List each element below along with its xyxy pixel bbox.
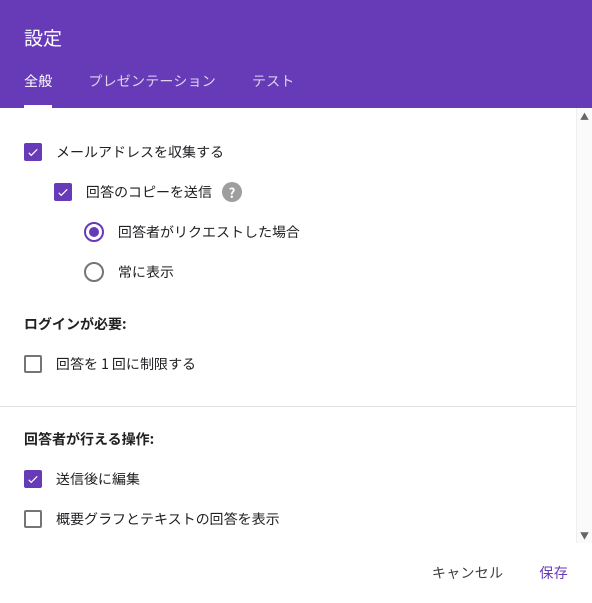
label-limit-once: 回答を 1 回に制限する [56, 354, 196, 374]
radio-always[interactable] [84, 262, 104, 282]
row-send-copy: 回答のコピーを送信 ? [54, 172, 552, 212]
tab-test[interactable]: テスト [252, 71, 295, 108]
scroll-up-icon[interactable]: ▲ [577, 108, 592, 124]
dialog-title: 設定 [0, 24, 592, 71]
tabs: 全般 プレゼンテーション テスト [0, 71, 592, 108]
tab-general[interactable]: 全般 [24, 71, 52, 108]
help-icon[interactable]: ? [222, 182, 242, 202]
divider [0, 406, 576, 407]
checkbox-send-copy[interactable] [54, 183, 72, 201]
checkbox-collect-email[interactable] [24, 143, 42, 161]
row-always: 常に表示 [84, 252, 552, 292]
check-icon [26, 145, 40, 159]
label-always: 常に表示 [118, 262, 174, 282]
checkbox-show-summary[interactable] [24, 510, 42, 528]
content-wrap: メールアドレスを収集する 回答のコピーを送信 ? 回答者がリクエストした場合 常… [0, 108, 592, 543]
row-show-summary: 概要グラフとテキストの回答を表示 [24, 499, 552, 539]
label-edit-after: 送信後に編集 [56, 469, 140, 489]
label-send-copy: 回答のコピーを送信 [86, 182, 212, 202]
cancel-button[interactable]: キャンセル [428, 557, 508, 589]
label-show-summary: 概要グラフとテキストの回答を表示 [56, 509, 280, 529]
dialog-actions: キャンセル 保存 [0, 543, 592, 603]
save-button[interactable]: 保存 [535, 557, 572, 589]
label-collect-email: メールアドレスを収集する [56, 142, 224, 162]
scrollbar[interactable]: ▲ ▼ [576, 108, 592, 543]
row-on-request: 回答者がリクエストした場合 [84, 212, 552, 252]
settings-dialog: 設定 全般 プレゼンテーション テスト メールアドレスを収集する 回答のコピーを… [0, 0, 592, 598]
check-icon [26, 472, 40, 486]
label-on-request: 回答者がリクエストした場合 [118, 222, 300, 242]
row-limit-once: 回答を 1 回に制限する [24, 344, 552, 384]
scroll-down-icon[interactable]: ▼ [577, 527, 592, 543]
section-respondent-actions: 回答者が行える操作: [24, 429, 552, 449]
content-scroll: メールアドレスを収集する 回答のコピーを送信 ? 回答者がリクエストした場合 常… [0, 108, 576, 543]
radio-on-request[interactable] [84, 222, 104, 242]
checkbox-limit-once[interactable] [24, 355, 42, 373]
section-login-required: ログインが必要: [24, 314, 552, 334]
dialog-header: 設定 全般 プレゼンテーション テスト [0, 0, 592, 108]
tab-presentation[interactable]: プレゼンテーション [88, 71, 216, 108]
row-edit-after: 送信後に編集 [24, 459, 552, 499]
row-collect-email: メールアドレスを収集する [24, 132, 552, 172]
checkbox-edit-after[interactable] [24, 470, 42, 488]
check-icon [56, 185, 70, 199]
